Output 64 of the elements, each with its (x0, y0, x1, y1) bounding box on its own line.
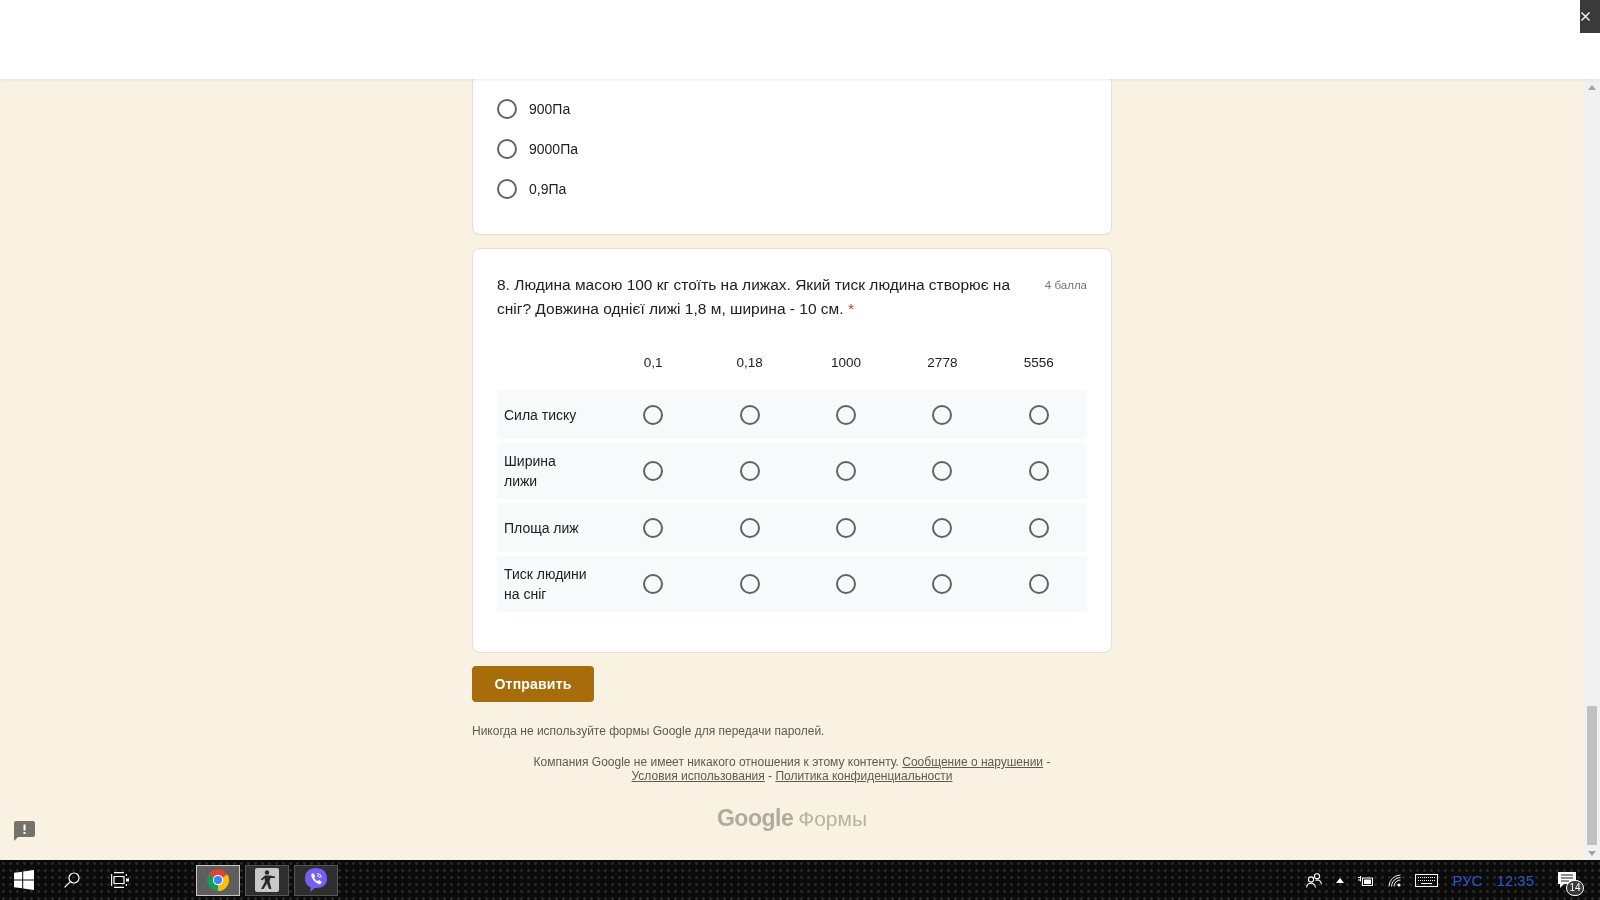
wifi-icon[interactable] (1388, 873, 1402, 887)
radio-button[interactable] (932, 574, 953, 594)
scrollbar-track[interactable] (1584, 79, 1600, 860)
radio-button[interactable] (836, 461, 856, 481)
taskbar-app-button[interactable] (245, 864, 289, 896)
feedback-icon[interactable] (14, 821, 35, 841)
logo-product-name: Формы (798, 806, 868, 832)
submit-button[interactable]: Отправить (472, 666, 594, 702)
radio-button[interactable] (1028, 517, 1049, 538)
radio-button[interactable] (932, 461, 953, 481)
radio-button[interactable] (497, 99, 517, 119)
column-header: 0,18 (735, 354, 764, 370)
person-silhouette-icon (255, 868, 279, 892)
chrome-icon (206, 868, 230, 892)
option-label: 900Па (529, 101, 571, 117)
column-header: 1000 (829, 354, 862, 370)
footer-link[interactable]: Условия использования (631, 769, 765, 783)
points-label: 4 балла (1044, 278, 1087, 293)
radio-button[interactable] (739, 404, 760, 425)
radio-button[interactable] (739, 574, 760, 594)
radio-button[interactable] (836, 517, 856, 538)
people-icon[interactable] (1306, 872, 1323, 888)
battery-charging-icon[interactable] (1358, 874, 1375, 886)
footer-link[interactable]: Сообщение о нарушении (902, 755, 1044, 769)
row-label: Ширина лижи (503, 452, 557, 491)
column-header: 0,1 (642, 354, 664, 370)
radio-button[interactable] (739, 461, 760, 481)
disclaimer-text: Компания Google не имеет никакого отношения к этому контенту. Сообщение о нарушении - Условия использования - Политика конфиденциальности (532, 755, 1052, 783)
radio-button[interactable] (497, 179, 517, 199)
column-header: 2778 (926, 354, 959, 370)
option-label: 9000Па (529, 141, 578, 157)
taskbar-app-button[interactable] (294, 864, 338, 896)
radio-button[interactable] (836, 404, 856, 425)
radio-button[interactable] (1028, 404, 1049, 425)
logo-wordmark: Google (716, 804, 794, 832)
radio-button[interactable] (932, 517, 953, 538)
radio-button[interactable] (497, 139, 517, 159)
windows-logo-icon (14, 870, 34, 890)
search-icon (64, 872, 80, 888)
keyboard-icon[interactable] (1415, 873, 1439, 887)
radio-button[interactable] (932, 404, 953, 425)
scrollbar-thumb[interactable] (1587, 706, 1597, 845)
option-label: 0,9Па (529, 181, 567, 197)
radio-button[interactable] (836, 574, 856, 594)
footer-link[interactable]: Политика конфиденциальности (775, 769, 953, 783)
close-icon (1581, 12, 1590, 21)
radio-button[interactable] (739, 517, 760, 538)
row-label: Сила тиску (503, 405, 578, 425)
close-button[interactable] (1580, 0, 1600, 33)
notification-count-badge: 14 (1566, 880, 1584, 896)
radio-button[interactable] (643, 517, 664, 538)
row-label: Тиск людини на сніг (503, 565, 588, 604)
radio-button[interactable] (1028, 574, 1049, 594)
column-header: 5556 (1022, 354, 1055, 370)
radio-button[interactable] (643, 404, 664, 425)
question-text: 8. Людина масою 100 кг стоїть на лижах. Який тиск людина створює на сніг? Довжина однієї лижі 1,8 м, ширина - 10 см. * (497, 275, 1012, 319)
phone-bubble-icon (304, 867, 328, 893)
radio-button[interactable] (643, 574, 664, 594)
radio-button[interactable] (1028, 461, 1049, 481)
row-label: Площа лиж (503, 518, 580, 538)
task-view-icon (111, 872, 129, 888)
radio-button[interactable] (643, 461, 664, 481)
password-warning: Никогда не используйте формы Google для передачи паролей. (472, 723, 825, 739)
caret-up-icon[interactable] (1336, 877, 1345, 883)
